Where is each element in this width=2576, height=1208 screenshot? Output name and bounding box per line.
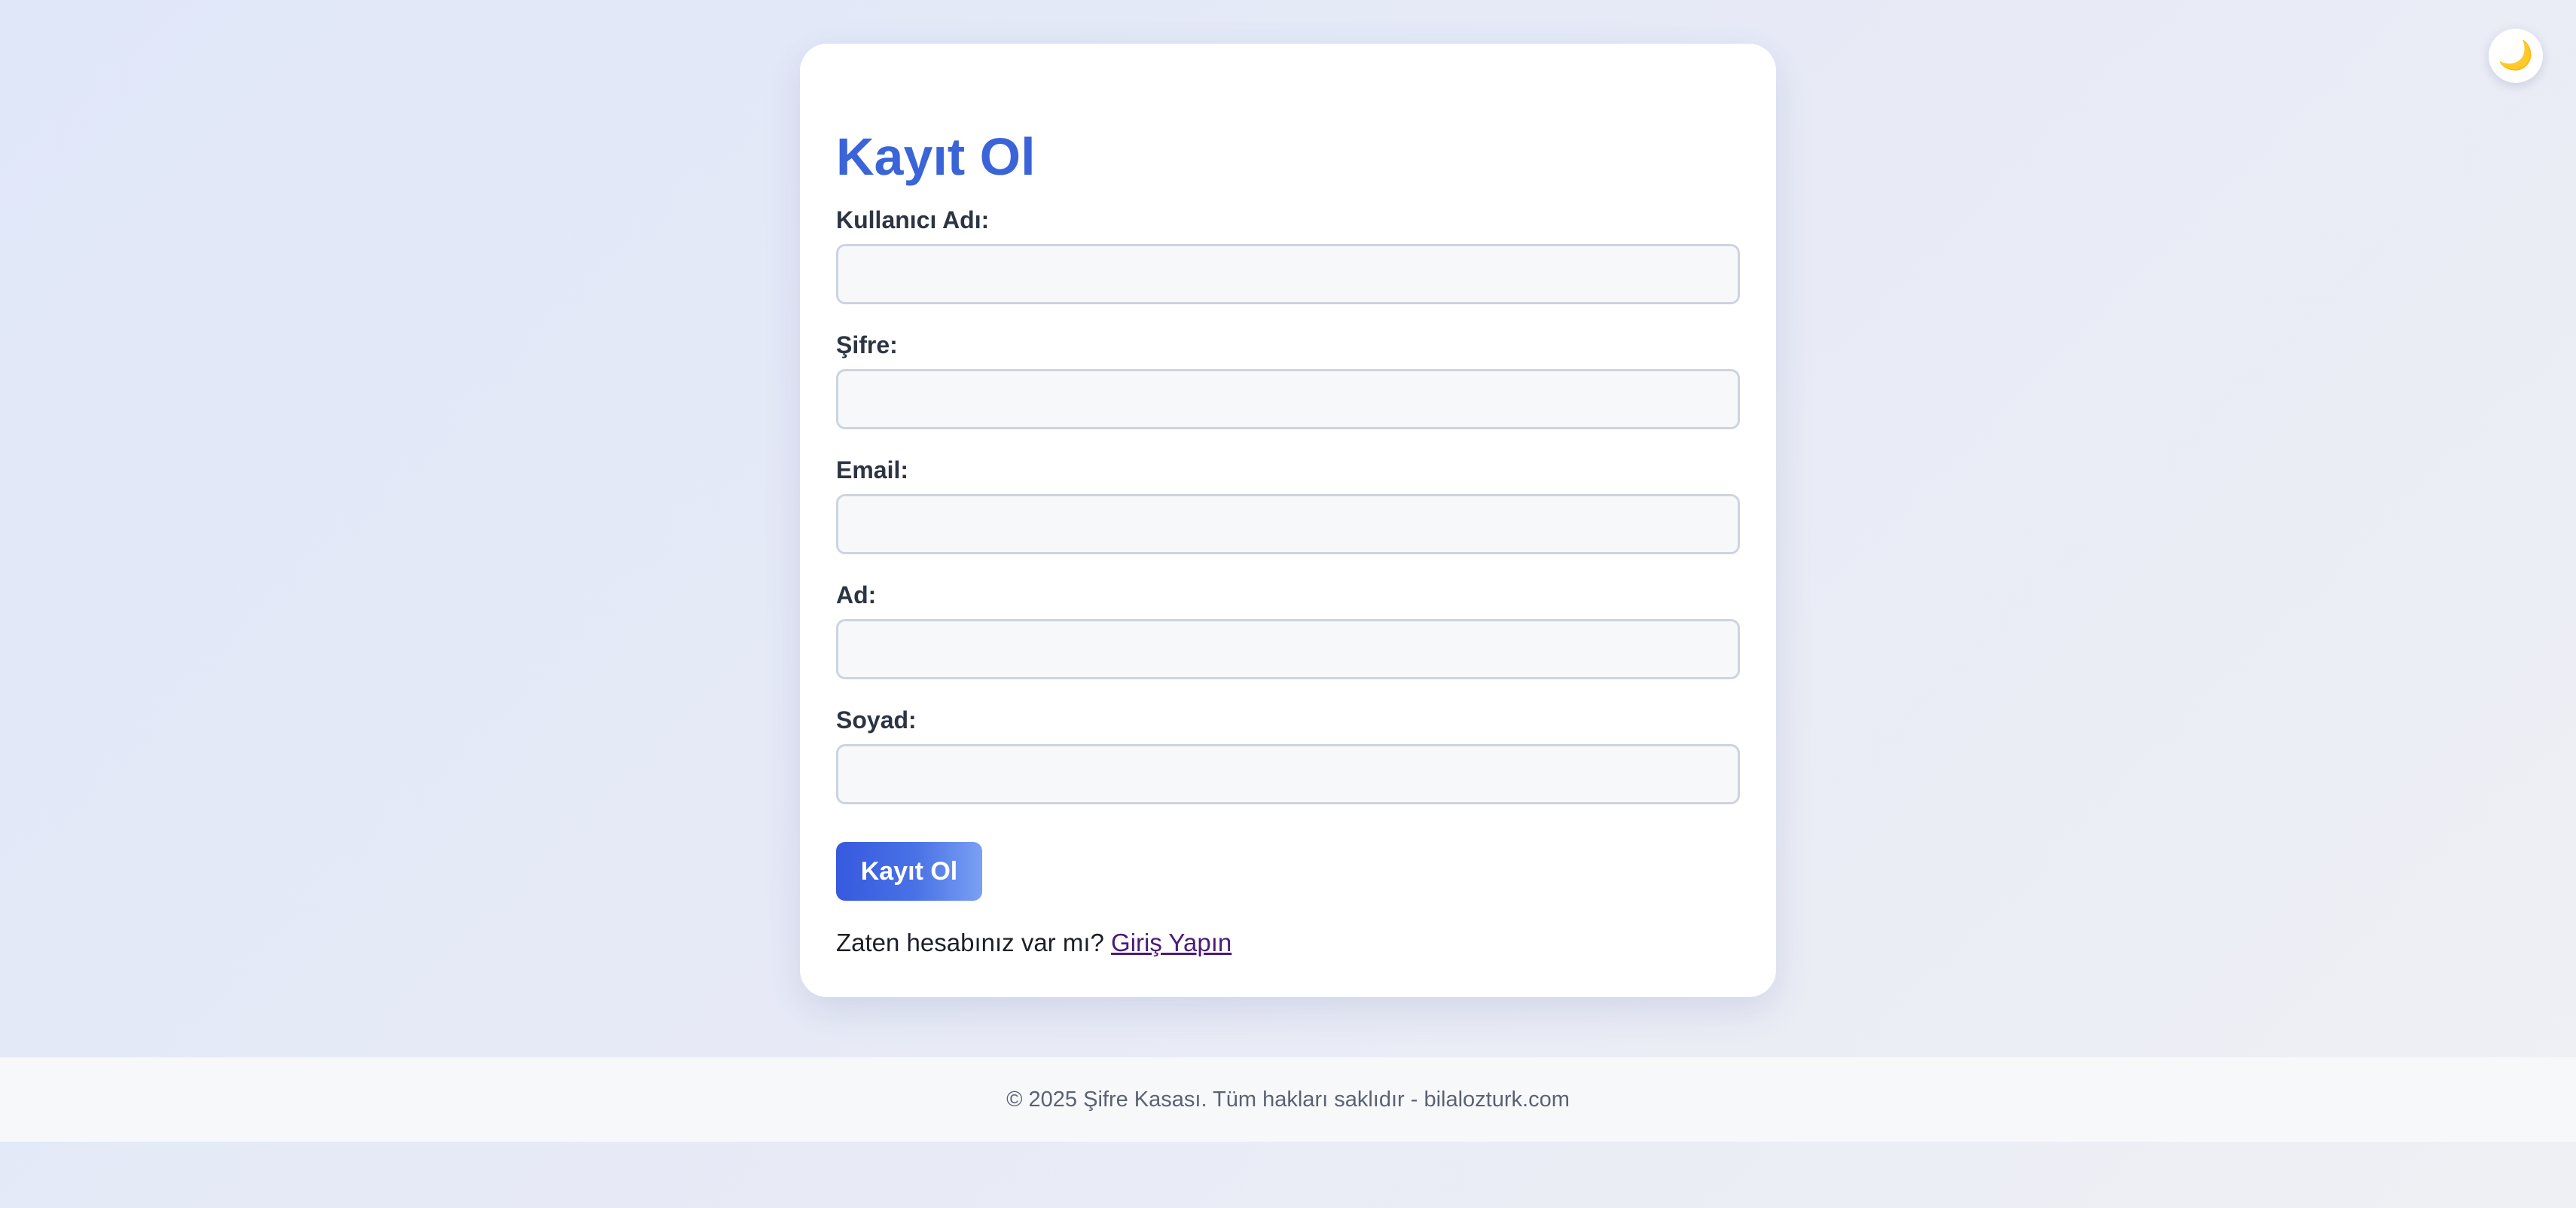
email-label: Email: [836,456,909,484]
first-name-field-group: Ad: [836,580,1740,679]
email-field-group: Email: [836,455,1740,554]
page-title: Kayıt Ol [836,127,1036,186]
login-link[interactable]: Giriş Yapın [1111,929,1232,956]
password-field-group: Şifre: [836,330,1740,429]
footer-copyright: © 2025 Şifre Kasası. Tüm hakları saklıdı… [1006,1087,1570,1112]
first-name-input[interactable] [836,619,1740,679]
username-label: Kullanıcı Adı: [836,206,990,233]
register-submit-button[interactable]: Kayıt Ol [836,842,982,901]
moon-icon: 🌙 [2498,40,2534,72]
last-name-label: Soyad: [836,706,917,734]
last-name-input[interactable] [836,744,1740,804]
username-field-group: Kullanıcı Adı: [836,205,1740,304]
login-prompt-row: Zaten hesabınız var mı? Giriş Yapın [836,926,1740,959]
login-prompt-text: Zaten hesabınız var mı? [836,929,1104,956]
email-input[interactable] [836,494,1740,554]
footer: © 2025 Şifre Kasası. Tüm hakları saklıdı… [0,1057,2576,1142]
register-card: Kayıt Ol Kullanıcı Adı: Şifre: Email: Ad… [800,44,1776,997]
username-input[interactable] [836,244,1740,304]
password-label: Şifre: [836,331,898,358]
password-input[interactable] [836,369,1740,429]
last-name-field-group: Soyad: [836,705,1740,804]
theme-toggle-button[interactable]: 🌙 [2489,29,2543,83]
first-name-label: Ad: [836,581,877,609]
